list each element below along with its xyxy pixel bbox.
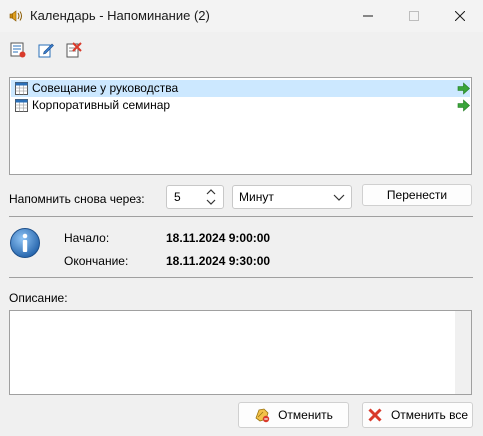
arrow-right-icon[interactable] bbox=[457, 82, 470, 95]
window-title: Календарь - Напоминание (2) bbox=[30, 8, 210, 23]
arrow-right-icon[interactable] bbox=[457, 99, 470, 112]
divider bbox=[9, 277, 473, 278]
close-red-icon bbox=[368, 408, 382, 422]
delete-icon bbox=[66, 42, 82, 58]
chevron-up-icon[interactable] bbox=[205, 188, 217, 196]
calendar-icon bbox=[15, 99, 28, 112]
chevron-down-icon[interactable] bbox=[205, 198, 217, 206]
list-item[interactable]: Совещание у руководства bbox=[11, 80, 470, 97]
open-items-button[interactable] bbox=[8, 40, 28, 60]
snooze-count-stepper[interactable]: 5 bbox=[166, 185, 224, 209]
chevron-down-icon bbox=[333, 194, 345, 201]
divider bbox=[9, 216, 473, 217]
reminder-list[interactable]: Совещание у руководства Корпоративный се… bbox=[9, 77, 472, 175]
info-icon bbox=[10, 228, 40, 258]
edit-icon bbox=[38, 43, 54, 58]
list-item-label: Корпоративный семинар bbox=[32, 98, 171, 112]
app-icon bbox=[9, 10, 22, 22]
description-field[interactable] bbox=[9, 310, 472, 395]
description-label: Описание: bbox=[9, 291, 68, 305]
snooze-button[interactable]: Перенести bbox=[362, 184, 472, 206]
delete-button[interactable] bbox=[64, 40, 84, 60]
edit-button[interactable] bbox=[36, 40, 56, 60]
minimize-button[interactable] bbox=[345, 0, 391, 32]
snooze-unit-value: Минут bbox=[239, 190, 274, 204]
title-bar[interactable]: Календарь - Напоминание (2) bbox=[0, 0, 483, 32]
start-value: 18.11.2024 9:00:00 bbox=[166, 231, 271, 245]
maximize-icon bbox=[409, 11, 419, 21]
close-icon bbox=[455, 11, 465, 21]
snooze-unit-select[interactable]: Минут bbox=[232, 185, 352, 209]
checklist-icon bbox=[10, 42, 26, 58]
cancel-button-label: Отменить bbox=[278, 408, 333, 422]
close-button[interactable] bbox=[437, 0, 483, 32]
end-value: 18.11.2024 9:30:00 bbox=[166, 254, 271, 268]
list-item-label: Совещание у руководства bbox=[32, 81, 179, 95]
dismiss-icon bbox=[255, 408, 270, 423]
cancel-all-button-label: Отменить все bbox=[390, 408, 469, 422]
end-label: Окончание: bbox=[64, 254, 129, 268]
reminder-window: Календарь - Напоминание (2) Совещание у … bbox=[0, 0, 483, 436]
start-label: Начало: bbox=[64, 231, 110, 245]
description-scrollbar[interactable] bbox=[455, 311, 471, 394]
snooze-label: Напомнить снова через: bbox=[9, 192, 145, 206]
list-item[interactable]: Корпоративный семинар bbox=[11, 97, 470, 114]
cancel-all-button[interactable]: Отменить все bbox=[362, 402, 473, 428]
snooze-count-value[interactable]: 5 bbox=[174, 190, 181, 204]
maximize-button[interactable] bbox=[391, 0, 437, 32]
calendar-icon bbox=[15, 82, 28, 95]
cancel-button[interactable]: Отменить bbox=[238, 402, 349, 428]
minimize-icon bbox=[363, 15, 373, 17]
